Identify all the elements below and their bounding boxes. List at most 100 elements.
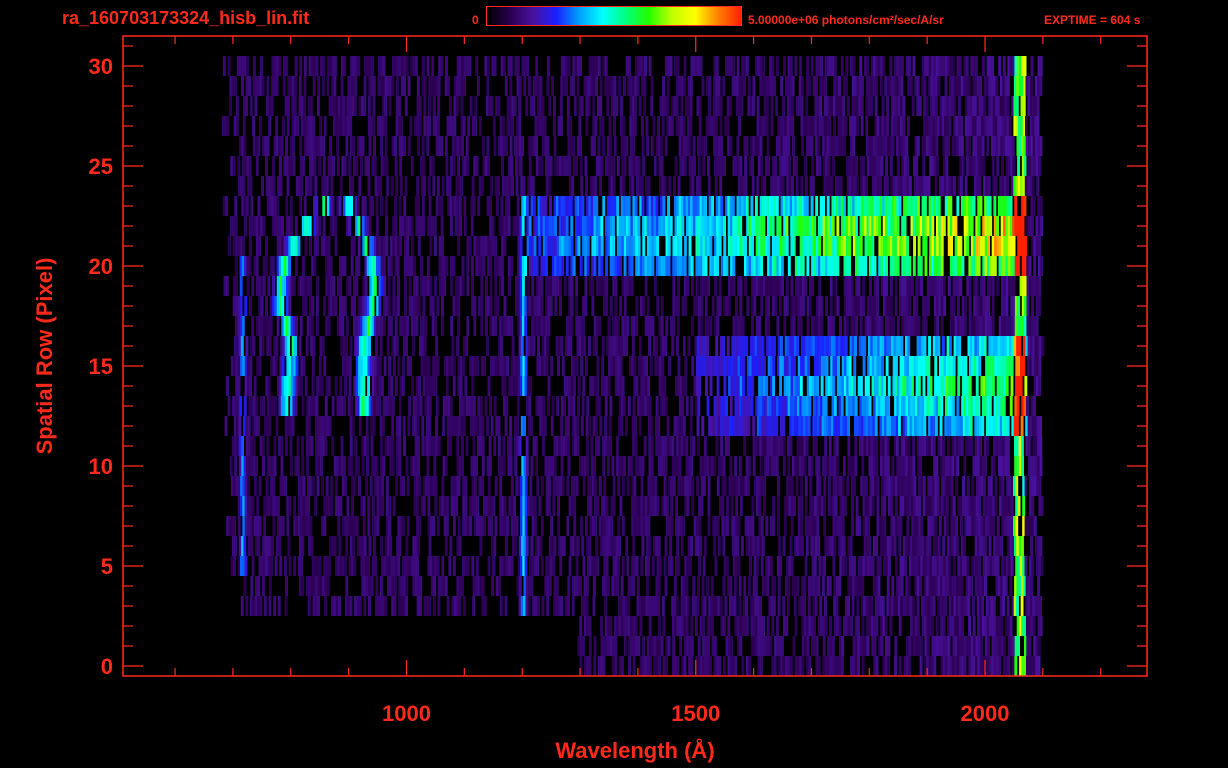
heatmap-cell: [575, 356, 579, 376]
heatmap-cell: [766, 576, 770, 596]
heatmap-cell: [660, 296, 664, 316]
heatmap-cell: [734, 456, 738, 476]
heatmap-cell: [664, 536, 668, 556]
heatmap-cell: [405, 576, 409, 596]
heatmap-cell: [516, 416, 519, 436]
heatmap-cell: [828, 436, 832, 456]
heatmap-cell: [760, 256, 764, 276]
heatmap-cell: [823, 596, 827, 616]
heatmap-cell: [588, 336, 591, 356]
heatmap-cell: [294, 396, 298, 416]
heatmap-cell: [839, 316, 842, 336]
heatmap-cell: [510, 316, 514, 336]
heatmap-cell: [406, 316, 410, 336]
heatmap-cell: [1024, 556, 1028, 576]
heatmap-cell: [419, 576, 423, 596]
heatmap-cell: [844, 556, 847, 576]
heatmap-cell: [1033, 256, 1037, 276]
heatmap-cell: [1040, 556, 1044, 576]
heatmap-cell: [320, 376, 324, 396]
heatmap-cell: [656, 496, 660, 516]
heatmap-cell: [703, 596, 707, 616]
heatmap-cell: [709, 236, 713, 256]
heatmap-cell: [536, 476, 540, 496]
heatmap-cell: [421, 416, 425, 436]
heatmap-cell: [968, 616, 971, 636]
heatmap-cell: [259, 596, 263, 616]
heatmap-cell: [370, 576, 374, 596]
heatmap-cell: [939, 416, 943, 436]
heatmap-cell: [588, 636, 592, 656]
heatmap-cell: [931, 216, 935, 236]
heatmap-cell: [944, 596, 948, 616]
heatmap-cell: [233, 516, 236, 536]
heatmap-cell: [293, 556, 297, 576]
heatmap-cell: [609, 296, 613, 316]
heatmap-cell: [801, 256, 805, 276]
heatmap-cell: [661, 596, 665, 616]
heatmap-cell: [996, 276, 1000, 296]
heatmap-cell: [381, 376, 384, 396]
heatmap-cell: [672, 636, 676, 656]
heatmap-cell: [457, 316, 460, 336]
heatmap-cell: [504, 596, 508, 616]
heatmap-cell: [526, 276, 530, 296]
heatmap-cell: [926, 636, 930, 656]
heatmap-cell: [452, 256, 456, 276]
heatmap-cell: [376, 516, 380, 536]
heatmap-cell: [395, 476, 399, 496]
heatmap-cell: [803, 596, 806, 616]
heatmap-cell: [876, 296, 879, 316]
heatmap-cell: [696, 436, 700, 456]
heatmap-cell: [240, 336, 244, 356]
heatmap-cell: [936, 316, 940, 336]
heatmap-cell: [1006, 416, 1010, 436]
heatmap-cell: [366, 456, 370, 476]
heatmap-cell: [844, 496, 847, 516]
heatmap-cell: [854, 456, 858, 476]
heatmap-cell: [234, 196, 238, 216]
heatmap-cell: [966, 556, 970, 576]
heatmap-cell: [938, 516, 942, 536]
heatmap-cell: [1002, 596, 1005, 616]
heatmap-cell: [294, 336, 297, 356]
heatmap-cell: [540, 556, 544, 576]
heatmap-cell: [935, 456, 939, 476]
heatmap-cell: [765, 376, 769, 396]
heatmap-cell: [442, 416, 445, 436]
heatmap-cell: [722, 536, 726, 556]
heatmap-cell: [793, 596, 797, 616]
heatmap-cell: [460, 436, 464, 456]
heatmap-cell: [996, 516, 1000, 536]
heatmap-cell: [394, 316, 398, 336]
heatmap-cell: [494, 236, 498, 256]
heatmap-cell: [829, 616, 833, 636]
heatmap-cell: [243, 576, 247, 596]
heatmap-cell: [417, 536, 420, 556]
heatmap-cell: [444, 576, 448, 596]
heatmap-cell: [663, 376, 667, 396]
heatmap-cell: [262, 576, 265, 596]
heatmap-cell: [431, 296, 435, 316]
heatmap-cell: [535, 256, 539, 276]
heatmap-cell: [684, 376, 688, 396]
heatmap-cell: [747, 416, 751, 436]
heatmap-cell: [671, 436, 675, 456]
heatmap-cell: [827, 476, 831, 496]
heatmap-cell: [750, 396, 754, 416]
heatmap-cell: [540, 516, 544, 536]
heatmap-cell: [459, 376, 463, 396]
heatmap-cell: [596, 356, 600, 376]
heatmap-cell: [267, 376, 271, 396]
heatmap-cell: [584, 276, 588, 296]
heatmap-cell: [280, 436, 284, 456]
heatmap-cell: [658, 656, 661, 676]
heatmap-cell: [435, 416, 438, 436]
heatmap-cell: [313, 256, 317, 276]
heatmap-cell: [459, 216, 463, 236]
heatmap-cell: [630, 456, 633, 476]
heatmap-cell: [949, 336, 952, 356]
heatmap-cell: [446, 516, 449, 536]
heatmap-cell: [682, 416, 686, 436]
heatmap-cell: [1024, 476, 1028, 496]
